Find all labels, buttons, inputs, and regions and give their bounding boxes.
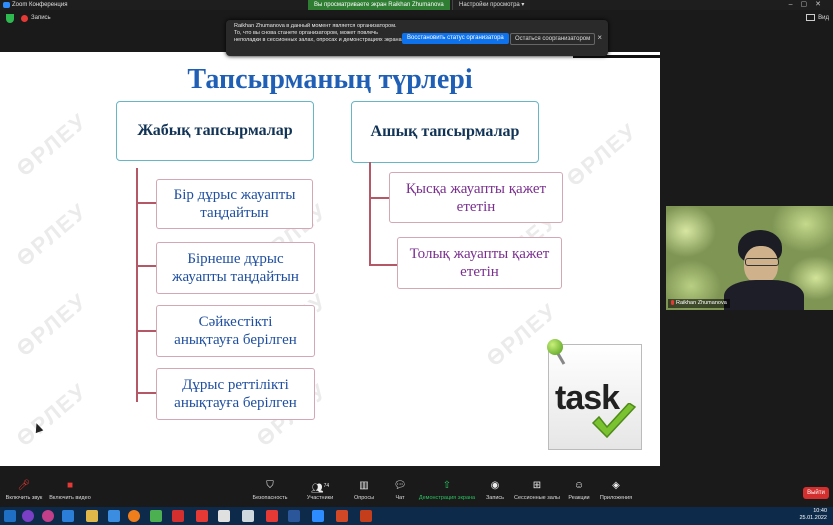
video-off-icon: ■ [66, 480, 74, 491]
leave-meeting-button[interactable]: Выйти [803, 487, 829, 499]
recording-label: Запись [31, 15, 51, 21]
tree-connector [136, 202, 156, 204]
word-icon[interactable] [288, 510, 300, 522]
file-explorer-icon[interactable] [86, 510, 98, 522]
system-clock[interactable]: 10:40 25.01.2022 [799, 508, 827, 522]
app-icon[interactable] [242, 510, 254, 522]
apps-button[interactable]: ◈ Приложения [586, 480, 646, 501]
tree-connector [369, 162, 371, 266]
tree-connector [136, 330, 156, 332]
host-notification: Raikhan Zhumanova в данный момент являет… [226, 20, 608, 56]
closed-tasks-category: Жабық тапсырмалар [116, 101, 314, 161]
shared-screen-slide: ӨРЛЕУ ӨРЛЕУ ӨРЛЕУ ӨРЛЕУ ӨРЛЕУ ӨРЛЕУ ӨРЛЕ… [0, 52, 660, 466]
closed-task-item: Бірнеше дұрыс жауапты таңдайтын [156, 242, 315, 294]
participant-video[interactable]: Raikhan Zhumanova [666, 206, 833, 310]
watermark: ӨРЛЕУ [11, 287, 93, 362]
open-tasks-category: Ашық тапсырмалар [351, 101, 539, 163]
watermark: ӨРЛЕУ [11, 197, 93, 272]
yandex-icon[interactable] [266, 510, 278, 522]
tree-connector [369, 264, 397, 266]
participant-name-tag: Raikhan Zhumanova [668, 299, 730, 308]
reclaim-host-button[interactable]: Восстановить статус организатора [402, 33, 509, 44]
watermark: ӨРЛЕУ [561, 117, 643, 192]
yandex-icon[interactable] [172, 510, 184, 522]
app-icon[interactable] [150, 510, 162, 522]
record-indicator-icon [21, 15, 28, 22]
zoom-taskbar-icon[interactable] [312, 510, 324, 522]
checkmark-icon [591, 403, 637, 439]
slide-title: Тапсырманың түрлері [187, 64, 473, 95]
tree-connector [136, 265, 156, 267]
stay-cohost-button[interactable]: Остаться соорганизатором [510, 33, 596, 45]
app-icon[interactable] [22, 510, 34, 522]
start-video-button[interactable]: ■ Включить видео [40, 480, 100, 501]
powerpoint-icon[interactable] [336, 510, 348, 522]
view-options-dropdown[interactable]: Настройки просмотра ▾ [452, 0, 531, 10]
app-icon[interactable] [108, 510, 120, 522]
firefox-icon[interactable] [128, 510, 140, 522]
shield-icon[interactable] [6, 14, 14, 23]
video-person-body [724, 280, 804, 310]
zoom-logo-icon [3, 2, 10, 8]
window-controls[interactable]: –▢✕ [789, 0, 829, 10]
tree-connector [136, 392, 156, 394]
muted-mic-icon [671, 300, 674, 306]
closed-task-item: Сәйкестікті анықтауға берілген [156, 305, 315, 357]
app-title: Zoom Конференция [12, 2, 68, 8]
pushpin-icon [547, 339, 563, 355]
task-clipart-image: task [547, 339, 642, 450]
ie-browser-icon[interactable] [62, 510, 74, 522]
app-icon[interactable] [218, 510, 230, 522]
closed-task-item: Дұрыс реттілікті анықтауға берілген [156, 368, 315, 420]
window-title-bar: Zoom Конференция Вы просматриваете экран… [0, 0, 833, 10]
app-icon[interactable] [360, 510, 372, 522]
app-icon[interactable] [42, 510, 54, 522]
close-icon[interactable]: × [597, 33, 602, 43]
notification-message: Raikhan Zhumanova в данный момент являет… [234, 23, 402, 43]
video-person-glasses [745, 258, 779, 266]
yandex-browser-icon[interactable] [196, 510, 208, 522]
viewing-banner: Вы просматриваете экран Raikhan Zhumanov… [308, 0, 450, 10]
open-task-item: Толық жауапты қажет ететін [397, 237, 562, 289]
view-button[interactable]: Вид [806, 14, 829, 23]
meeting-toolbar: 🎤︎ Включить звук ■ Включить видео ⛉ Безопас… [0, 477, 833, 507]
apps-icon: ◈ [612, 480, 620, 491]
windows-start-icon[interactable] [4, 510, 16, 522]
closed-task-item: Бір дұрыс жауапты таңдайтын [156, 179, 313, 229]
watermark: ӨРЛЕУ [11, 377, 93, 452]
open-task-item: Қысқа жауапты қажет ететін [389, 172, 563, 223]
windows-taskbar: 10:40 25.01.2022 [0, 507, 833, 525]
tree-connector [369, 197, 389, 199]
watermark: ӨРЛЕУ [11, 107, 93, 182]
